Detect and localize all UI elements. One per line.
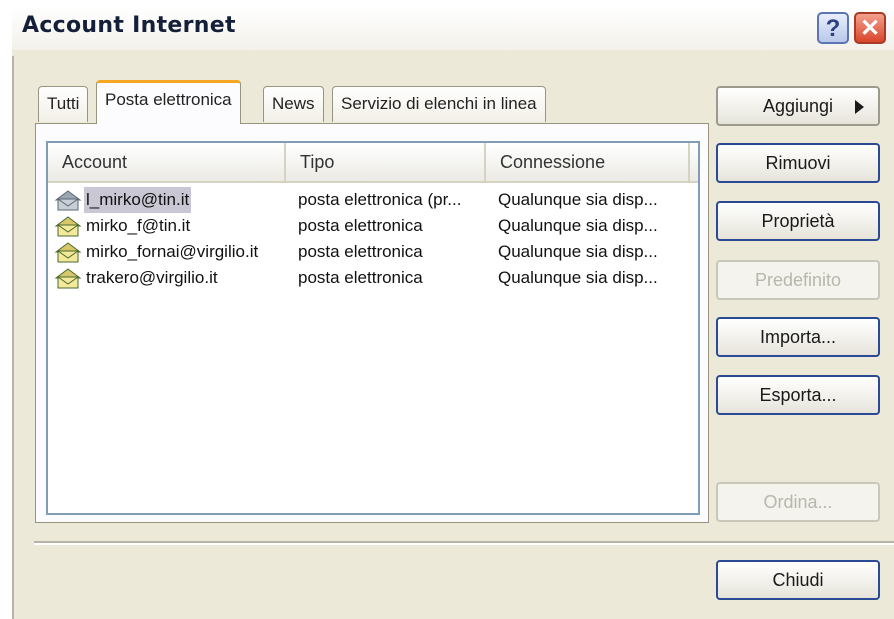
tab-news[interactable]: News xyxy=(263,86,324,122)
window-title: Account Internet xyxy=(22,13,236,38)
account-type: posta elettronica (pr... xyxy=(298,190,462,209)
tab-posta-elettronica[interactable]: Posta elettronica xyxy=(96,80,241,124)
dialog-body: Tutti Posta elettronica News Servizio di… xyxy=(12,50,894,619)
internet-accounts-dialog: Account Internet ? ✕ Tutti Posta elettro… xyxy=(0,0,894,619)
column-header-connessione[interactable]: Connessione xyxy=(486,143,690,181)
export-button[interactable]: Esporta... xyxy=(716,375,880,415)
account-name: l_mirko@tin.it xyxy=(84,187,192,213)
account-connection: Qualunque sia disp... xyxy=(498,216,658,235)
tab-servizio-elenchi[interactable]: Servizio di elenchi in linea xyxy=(332,86,546,122)
column-header-account[interactable]: Account xyxy=(48,143,286,181)
account-name: mirko_f@tin.it xyxy=(86,216,191,235)
account-connection: Qualunque sia disp... xyxy=(498,268,658,287)
mail-account-icon xyxy=(54,190,82,211)
account-name: mirko_fornai@virgilio.it xyxy=(86,242,259,261)
account-connection: Qualunque sia disp... xyxy=(498,242,658,261)
set-default-button[interactable]: Predefinito xyxy=(716,260,880,300)
list-item[interactable]: l_mirko@tin.it posta elettronica (pr... … xyxy=(48,187,698,213)
properties-button[interactable]: Proprietà xyxy=(716,201,880,241)
mail-account-icon xyxy=(54,268,82,289)
divider xyxy=(34,541,894,545)
mail-account-icon xyxy=(54,216,82,237)
mail-account-icon xyxy=(54,242,82,263)
account-type: posta elettronica xyxy=(298,268,423,287)
accounts-list[interactable]: Account Tipo Connessione l_mirko@tin.it … xyxy=(46,141,700,515)
account-type: posta elettronica xyxy=(298,242,423,261)
order-button[interactable]: Ordina... xyxy=(716,482,880,522)
remove-button[interactable]: Rimuovi xyxy=(716,143,880,183)
help-button[interactable]: ? xyxy=(817,12,849,44)
list-header: Account Tipo Connessione xyxy=(48,143,698,183)
add-button[interactable]: Aggiungi xyxy=(716,86,880,126)
list-item[interactable]: trakero@virgilio.it posta elettronica Qu… xyxy=(48,265,698,291)
arrow-right-icon xyxy=(855,100,864,114)
window-border xyxy=(12,56,14,619)
import-button[interactable]: Importa... xyxy=(716,317,880,357)
account-name: trakero@virgilio.it xyxy=(86,268,218,287)
close-window-button[interactable]: ✕ xyxy=(854,12,886,44)
add-button-label: Aggiungi xyxy=(762,96,834,116)
tab-tutti[interactable]: Tutti xyxy=(38,86,89,122)
list-item[interactable]: mirko_fornai@virgilio.it posta elettroni… xyxy=(48,239,698,265)
column-header-tipo[interactable]: Tipo xyxy=(286,143,486,181)
account-type: posta elettronica xyxy=(298,216,423,235)
close-button[interactable]: Chiudi xyxy=(716,560,880,600)
list-item[interactable]: mirko_f@tin.it posta elettronica Qualunq… xyxy=(48,213,698,239)
title-bar[interactable]: Account Internet ? ✕ xyxy=(12,0,894,50)
account-connection: Qualunque sia disp... xyxy=(498,190,658,209)
